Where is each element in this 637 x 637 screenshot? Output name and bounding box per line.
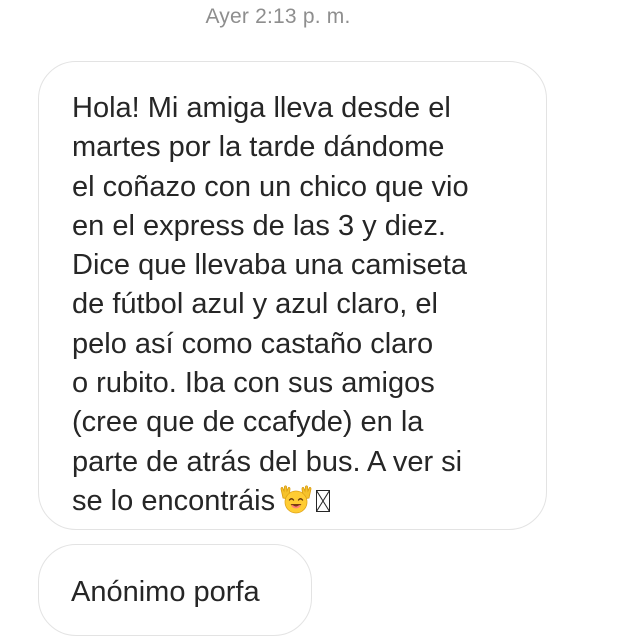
message-line: Dice que llevaba una camiseta (72, 249, 467, 282)
message-line: en el express de las 3 y diez. (72, 209, 446, 242)
message-line: de fútbol azul y azul claro, el (72, 288, 438, 321)
message-line-text: se lo encontráis (72, 484, 276, 517)
raising-hands-face-emoji-icon (279, 484, 313, 525)
message-line: o rubito. Iba con sus amigos (72, 367, 435, 400)
message-line: el coñazo con un chico que vio (72, 170, 469, 203)
message-bubble[interactable]: Anónimo porfa (38, 544, 312, 636)
message-line: martes por la tarde dándome (72, 131, 445, 164)
message-line: parte de atrás del bus. A ver si (72, 445, 463, 478)
message-bubble[interactable]: Hola! Mi amiga lleva desde el martes por… (38, 61, 547, 530)
message-text: Anónimo porfa (71, 576, 260, 608)
message-line: (cree que de ccafyde) en la (72, 406, 424, 439)
missing-glyph-icon (316, 489, 331, 512)
message-line: pelo así como castaño claro (72, 327, 434, 360)
message-line: Hola! Mi amiga lleva desde el (72, 92, 451, 124)
message-line-last: se lo encontráis (72, 482, 516, 525)
message-timestamp: Ayer 2:13 p. m. (205, 5, 351, 28)
